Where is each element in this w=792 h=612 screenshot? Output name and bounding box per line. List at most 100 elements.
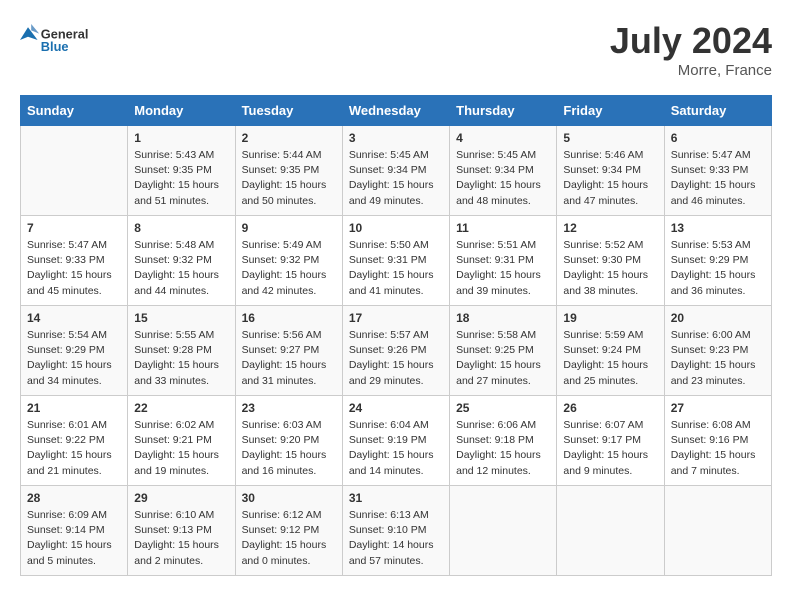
- page-header: General Blue July 2024 Morre, France: [20, 20, 772, 79]
- day-number: 24: [349, 401, 443, 415]
- day-number: 4: [456, 131, 550, 145]
- calendar-cell: 17Sunrise: 5:57 AMSunset: 9:26 PMDayligh…: [342, 306, 449, 396]
- day-info: Sunrise: 5:47 AMSunset: 9:33 PMDaylight:…: [27, 238, 121, 299]
- day-number: 11: [456, 221, 550, 235]
- day-number: 3: [349, 131, 443, 145]
- day-info: Sunrise: 6:10 AMSunset: 9:13 PMDaylight:…: [134, 508, 228, 569]
- calendar-cell: 18 Sunrise: 5:58 AMSunset: 9:25 PMDayligh…: [450, 306, 557, 396]
- logo-svg: General Blue: [20, 20, 100, 60]
- day-info: Sunrise: 6:13 AMSunset: 9:10 PMDaylight:…: [349, 508, 443, 569]
- day-number: 21: [27, 401, 121, 415]
- day-number: 28: [27, 491, 121, 505]
- title-block: July 2024 Morre, France: [610, 20, 772, 79]
- day-info: Sunrise: 6:12 AMSunset: 9:12 PMDaylight:…: [242, 508, 336, 569]
- calendar-cell: 24 Sunrise: 6:04 AMSunset: 9:19 PMDayligh…: [342, 396, 449, 486]
- calendar-cell: 14 Sunrise: 5:54 AMSunset: 9:29 PMDayligh…: [21, 306, 128, 396]
- header-tuesday: Tuesday: [235, 96, 342, 126]
- calendar-cell: 4 Sunrise: 5:45 AMSunset: 9:34 PMDaylight…: [450, 126, 557, 216]
- calendar-cell: 25 Sunrise: 6:06 AMSunset: 9:18 PMDayligh…: [450, 396, 557, 486]
- day-number: 23: [242, 401, 336, 415]
- day-info: Sunrise: 6:03 AMSunset: 9:20 PMDaylight:…: [242, 418, 336, 479]
- calendar-cell: 9 Sunrise: 5:49 AMSunset: 9:32 PMDaylight…: [235, 216, 342, 306]
- day-info: Sunrise: 6:08 AMSunset: 9:16 PMDaylight:…: [671, 418, 765, 479]
- calendar-cell: 23 Sunrise: 6:03 AMSunset: 9:20 PMDayligh…: [235, 396, 342, 486]
- day-number: 9: [242, 221, 336, 235]
- day-number: 27: [671, 401, 765, 415]
- header-monday: Monday: [128, 96, 235, 126]
- day-info: Sunrise: 6:06 AMSunset: 9:18 PMDaylight:…: [456, 418, 550, 479]
- header-sunday: Sunday: [21, 96, 128, 126]
- day-number: 26: [563, 401, 657, 415]
- calendar-cell: 29 Sunrise: 6:10 AMSunset: 9:13 PMDayligh…: [128, 486, 235, 576]
- calendar-cell: 27 Sunrise: 6:08 AMSunset: 9:16 PMDayligh…: [664, 396, 771, 486]
- day-number: 30: [242, 491, 336, 505]
- calendar-cell: 13Sunrise: 5:53 AMSunset: 9:29 PMDayligh…: [664, 216, 771, 306]
- calendar-cell: [664, 486, 771, 576]
- calendar-cell: 20 Sunrise: 6:00 AMSunset: 9:23 PMDayligh…: [664, 306, 771, 396]
- day-info: Sunrise: 5:56 AMSunset: 9:27 PMDaylight:…: [242, 328, 336, 389]
- calendar-cell: 12 Sunrise: 5:52 AMSunset: 9:30 PMDayligh…: [557, 216, 664, 306]
- calendar-cell: 2Sunrise: 5:44 AMSunset: 9:35 PMDaylight…: [235, 126, 342, 216]
- day-number: 16: [242, 311, 336, 325]
- calendar-cell: [21, 126, 128, 216]
- day-number: 10: [349, 221, 443, 235]
- day-number: 25: [456, 401, 550, 415]
- day-info: Sunrise: 6:00 AMSunset: 9:23 PMDaylight:…: [671, 328, 765, 389]
- day-info: Sunrise: 6:02 AMSunset: 9:21 PMDaylight:…: [134, 418, 228, 479]
- day-number: 13: [671, 221, 765, 235]
- week-row-3: 14 Sunrise: 5:54 AMSunset: 9:29 PMDayligh…: [21, 306, 772, 396]
- day-info: Sunrise: 5:43 AMSunset: 9:35 PMDaylight:…: [134, 148, 228, 209]
- day-info: Sunrise: 5:52 AMSunset: 9:30 PMDaylight:…: [563, 238, 657, 299]
- day-info: Sunrise: 5:47 AMSunset: 9:33 PMDaylight:…: [671, 148, 765, 209]
- calendar-cell: 5Sunrise: 5:46 AMSunset: 9:34 PMDaylight…: [557, 126, 664, 216]
- week-row-4: 21 Sunrise: 6:01 AMSunset: 9:22 PMDayligh…: [21, 396, 772, 486]
- day-number: 2: [242, 131, 336, 145]
- calendar-cell: 15 Sunrise: 5:55 AMSunset: 9:28 PMDayligh…: [128, 306, 235, 396]
- calendar-cell: 28 Sunrise: 6:09 AMSunset: 9:14 PMDayligh…: [21, 486, 128, 576]
- header-wednesday: Wednesday: [342, 96, 449, 126]
- day-info: Sunrise: 5:46 AMSunset: 9:34 PMDaylight:…: [563, 148, 657, 209]
- day-info: Sunrise: 5:54 AMSunset: 9:29 PMDaylight:…: [27, 328, 121, 389]
- day-number: 6: [671, 131, 765, 145]
- day-info: Sunrise: 6:09 AMSunset: 9:14 PMDaylight:…: [27, 508, 121, 569]
- day-number: 17: [349, 311, 443, 325]
- calendar-cell: [450, 486, 557, 576]
- day-number: 29: [134, 491, 228, 505]
- day-info: Sunrise: 5:48 AMSunset: 9:32 PMDaylight:…: [134, 238, 228, 299]
- calendar-cell: 21 Sunrise: 6:01 AMSunset: 9:22 PMDayligh…: [21, 396, 128, 486]
- day-info: Sunrise: 6:01 AMSunset: 9:22 PMDaylight:…: [27, 418, 121, 479]
- week-row-5: 28 Sunrise: 6:09 AMSunset: 9:14 PMDayligh…: [21, 486, 772, 576]
- day-number: 22: [134, 401, 228, 415]
- day-number: 20: [671, 311, 765, 325]
- day-info: Sunrise: 5:49 AMSunset: 9:32 PMDaylight:…: [242, 238, 336, 299]
- calendar-table: SundayMondayTuesdayWednesdayThursdayFrid…: [20, 95, 772, 576]
- day-number: 15: [134, 311, 228, 325]
- day-number: 31: [349, 491, 443, 505]
- day-info: Sunrise: 5:45 AMSunset: 9:34 PMDaylight:…: [456, 148, 550, 209]
- day-number: 14: [27, 311, 121, 325]
- day-info: Sunrise: 5:58 AMSunset: 9:25 PMDaylight:…: [456, 328, 550, 389]
- header-saturday: Saturday: [664, 96, 771, 126]
- calendar-cell: 1Sunrise: 5:43 AMSunset: 9:35 PMDaylight…: [128, 126, 235, 216]
- calendar-cell: 19 Sunrise: 5:59 AMSunset: 9:24 PMDayligh…: [557, 306, 664, 396]
- week-row-2: 7Sunrise: 5:47 AMSunset: 9:33 PMDaylight…: [21, 216, 772, 306]
- day-info: Sunrise: 6:04 AMSunset: 9:19 PMDaylight:…: [349, 418, 443, 479]
- week-row-1: 1Sunrise: 5:43 AMSunset: 9:35 PMDaylight…: [21, 126, 772, 216]
- calendar-cell: 31 Sunrise: 6:13 AMSunset: 9:10 PMDayligh…: [342, 486, 449, 576]
- day-number: 19: [563, 311, 657, 325]
- calendar-header-row: SundayMondayTuesdayWednesdayThursdayFrid…: [21, 96, 772, 126]
- day-info: Sunrise: 5:51 AMSunset: 9:31 PMDaylight:…: [456, 238, 550, 299]
- day-number: 18: [456, 311, 550, 325]
- calendar-cell: 30 Sunrise: 6:12 AMSunset: 9:12 PMDayligh…: [235, 486, 342, 576]
- calendar-cell: 3Sunrise: 5:45 AMSunset: 9:34 PMDaylight…: [342, 126, 449, 216]
- calendar-cell: 6 Sunrise: 5:47 AMSunset: 9:33 PMDaylight…: [664, 126, 771, 216]
- calendar-cell: 8 Sunrise: 5:48 AMSunset: 9:32 PMDaylight…: [128, 216, 235, 306]
- header-thursday: Thursday: [450, 96, 557, 126]
- day-info: Sunrise: 5:59 AMSunset: 9:24 PMDaylight:…: [563, 328, 657, 389]
- calendar-cell: 26Sunrise: 6:07 AMSunset: 9:17 PMDayligh…: [557, 396, 664, 486]
- svg-text:Blue: Blue: [41, 39, 69, 54]
- day-info: Sunrise: 5:55 AMSunset: 9:28 PMDaylight:…: [134, 328, 228, 389]
- calendar-cell: 11 Sunrise: 5:51 AMSunset: 9:31 PMDayligh…: [450, 216, 557, 306]
- day-number: 12: [563, 221, 657, 235]
- day-number: 8: [134, 221, 228, 235]
